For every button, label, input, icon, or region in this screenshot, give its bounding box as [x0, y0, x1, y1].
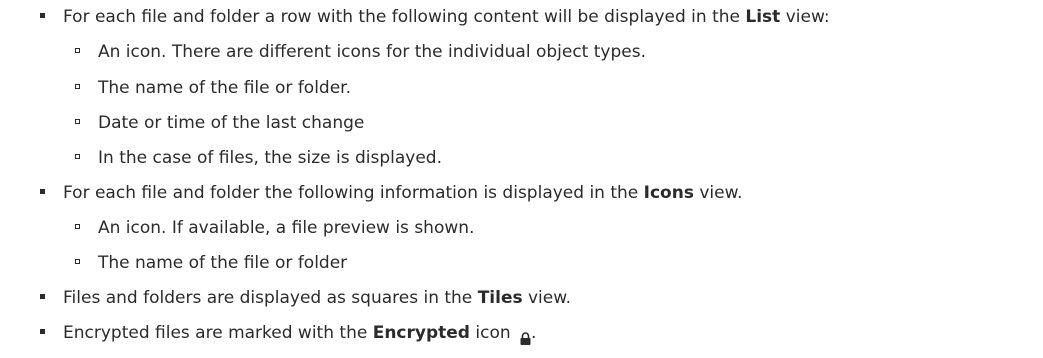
- sub-list-item: The name of the file or folder.: [75, 73, 351, 103]
- sub-list-item-text: An icon. There are different icons for t…: [98, 42, 646, 62]
- sub-list-item-text: In the case of files, the size is displa…: [98, 148, 442, 168]
- sub-list-item: The name of the file or folder: [75, 248, 347, 278]
- sub-list-item-text: The name of the file or folder.: [98, 78, 352, 98]
- lock-icon: [520, 325, 531, 345]
- bullet: [40, 12, 45, 18]
- list-item-text: Encrypted files are marked with the Encr…: [63, 323, 537, 345]
- list-item-text: For each file and folder the following i…: [63, 183, 743, 203]
- sub-bullet: [75, 47, 80, 53]
- sub-list-item: An icon. There are different icons for t…: [75, 37, 646, 67]
- sub-bullet: [75, 118, 80, 124]
- sub-list-item: Date or time of the last change: [75, 108, 364, 138]
- list-item: For each file and folder a row with the …: [40, 2, 830, 32]
- bullet: [40, 188, 45, 194]
- sub-bullet: [75, 83, 80, 89]
- list-item-text: For each file and folder a row with the …: [63, 7, 830, 27]
- sub-list-item-text: The name of the file or folder: [98, 253, 348, 273]
- list-item: For each file and folder the following i…: [40, 178, 742, 208]
- list-item-text: Files and folders are displayed as squar…: [63, 288, 571, 308]
- sub-bullet: [75, 153, 80, 159]
- sub-list-item: In the case of files, the size is displa…: [75, 143, 442, 173]
- sub-list-item-text: Date or time of the last change: [98, 113, 365, 133]
- bullet: [40, 328, 45, 334]
- sub-list-item-text: An icon. If available, a file preview is…: [98, 218, 475, 238]
- bullet: [40, 293, 45, 299]
- sub-list-item: An icon. If available, a file preview is…: [75, 213, 474, 243]
- sub-bullet: [75, 223, 80, 229]
- list-item: Files and folders are displayed as squar…: [40, 283, 571, 313]
- sub-bullet: [75, 258, 80, 264]
- list-item: Encrypted files are marked with the Encr…: [40, 318, 536, 348]
